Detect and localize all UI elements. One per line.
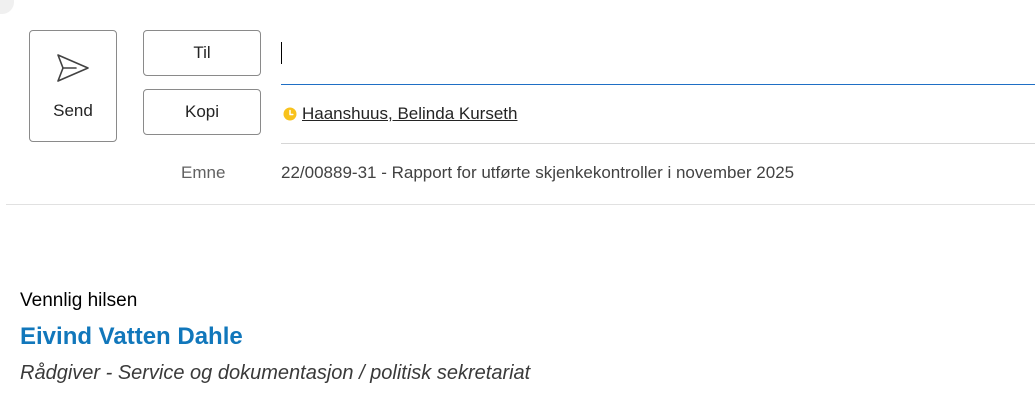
send-icon: [57, 54, 89, 82]
clock-presence-icon: [283, 107, 297, 121]
cc-button[interactable]: Kopi: [143, 89, 261, 135]
cc-recipient-name[interactable]: Haanshuus, Belinda Kurseth: [302, 104, 517, 124]
cc-button-label: Kopi: [184, 102, 220, 121]
signature-title: Rådgiver - Service og dokumentasjon / po…: [20, 362, 531, 384]
cc-input[interactable]: Haanshuus, Belinda Kurseth: [281, 89, 1035, 144]
to-button[interactable]: Til: [143, 30, 261, 76]
window-corner: [0, 0, 14, 14]
to-input[interactable]: [281, 30, 1035, 85]
to-button-label: Til: [193, 43, 211, 62]
body-greeting: Vennlig hilsen: [20, 290, 138, 311]
header-divider: [6, 204, 1035, 205]
subject-label: Emne: [181, 163, 226, 182]
subject-input[interactable]: 22/00889-31 - Rapport for utførte skjenk…: [281, 163, 794, 183]
send-label: Send: [53, 101, 93, 120]
signature-name: Eivind Vatten Dahle: [20, 323, 243, 350]
cc-recipient-chip[interactable]: Haanshuus, Belinda Kurseth: [283, 104, 517, 124]
send-button[interactable]: Send: [29, 30, 117, 142]
compose-window: Send Til Kopi Haanshuus, Belinda Kurseth…: [0, 0, 1035, 415]
text-caret: [281, 42, 282, 64]
